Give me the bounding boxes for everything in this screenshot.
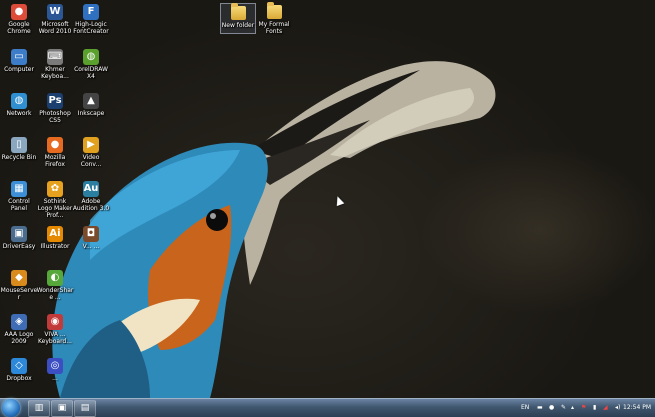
pen-icon[interactable]: ✎ [561,399,566,417]
keyboard-icon: ⌨ [47,49,63,65]
mouseserver-icon: ◆ [11,270,27,286]
desktop-icon-label: Dropbox [6,375,32,382]
explorer-icon: ▥ [34,403,44,413]
desktop-icon-label: Video Conv... [80,154,102,168]
desktop-icon-label: Google Chrome [7,21,31,35]
desktop-icon-label: AAA Logo 2009 [4,331,34,345]
desktop-shortcut[interactable]: ◎... [36,358,74,382]
control-panel-icon: ▦ [11,181,27,197]
desktop-icon-label: Control Panel [8,198,30,212]
help-icon[interactable]: ● [549,399,554,417]
video-file-icon: ◘ [83,226,99,242]
folder-icon [230,3,246,20]
desktop-shortcut[interactable]: ◇ Dropbox [0,358,38,382]
desktop-shortcut[interactable]: ◈ AAA Logo 2009 [0,314,38,345]
taskbar-media-button[interactable]: ▣ [51,400,73,417]
window-icon: ▤ [80,403,90,413]
wondershare-icon: ◐ [47,270,63,286]
taskbar-explorer-button[interactable]: ▥ [28,400,50,417]
desktop-icon-label: Computer [4,66,34,73]
coreldraw-icon: ◍ [83,49,99,65]
desktop-icon-label: Illustrator [40,243,70,250]
photoshop-icon: Ps [47,93,63,109]
desktop-icon-label: Network [6,110,32,117]
desktop-shortcut[interactable]: ▯ Recycle Bin [0,137,38,161]
clock[interactable]: 12:54 PM [623,399,651,417]
inkscape-icon: ▲ [83,93,99,109]
audition-icon: Au [83,181,99,197]
desktop-shortcut[interactable]: ◆ MouseServer [0,270,38,301]
desktop-icon-label: VIVA ... Keyboard... [38,331,72,345]
firefox-icon: ● [47,137,63,153]
desktop-shortcut[interactable]: ⌨ Khmer Keyboa... [36,49,74,80]
start-button[interactable] [2,399,20,417]
desktop-shortcut[interactable]: ▲ Inkscape [72,93,110,117]
desktop-icon-label: CorelDRAW X4 [74,66,108,80]
up-arrow-icon[interactable]: ▴ [571,399,574,417]
network-icon: ◍ [11,93,27,109]
my-formal-fonts-folder-icon[interactable]: My Formal Fonts [256,2,292,35]
video-converter-icon: ▶ [83,137,99,153]
keyboard-icon[interactable]: ▬ [537,399,543,417]
desktop-icon-label: Recycle Bin [1,154,37,161]
desktop-icon-label: Inkscape [77,110,105,117]
desktop-shortcut[interactable]: ▦ Control Panel [0,181,38,212]
desktop-shortcut[interactable]: F High-Logic FontCreator [72,4,110,35]
desktop-shortcut[interactable]: ◍ Network [0,93,38,117]
system-tray: EN ▬ ● ✎ ▴ ⚑ ▮ ◢ ◂) 12:54 PM [515,399,655,417]
word-icon: W [47,4,63,20]
desktop-icon-label: Photoshop CS5 [39,110,71,124]
desktop-shortcut[interactable]: ◐ WonderShare ... [36,270,74,301]
flag-icon[interactable]: ⚑ [581,399,586,417]
desktop-shortcut[interactable]: ▭ Computer [0,49,38,73]
desktop-icon-label: My Formal Fonts [258,21,290,35]
recycle-bin-icon: ▯ [11,137,27,153]
desktop-shortcut[interactable]: ▶ Video Conv... [72,137,110,168]
desktop-icon-label: WonderShare ... [36,287,74,301]
taskbar: ▥ ▣ ▤ EN ▬ ● ✎ ▴ ⚑ ▮ ◢ ◂) 12:54 PM [0,398,655,417]
volume-icon[interactable]: ◂) [615,399,620,417]
media-icon: ▣ [57,403,67,413]
desktop-icon-label: Khmer Keyboa... [41,66,69,80]
illustrator-icon: Ai [47,226,63,242]
desktop-icon-label: Adobe Audition 3.0 [72,198,110,212]
desktop-shortcut[interactable]: ◍ CorelDRAW X4 [72,49,110,80]
desktop-shortcut[interactable]: ✿ Sothink Logo Maker Prof... [36,181,74,219]
desktop-icon-label: New folder [221,22,255,29]
desktop-icon-label: High-Logic FontCreator [73,21,109,35]
desktop-icon-label: DriverEasy [2,243,36,250]
desktop-icon-label: Microsoft Word 2010 [38,21,72,35]
desktop-shortcut[interactable]: ◘ V... ... [72,226,110,250]
chrome-icon: ● [11,4,27,20]
computer-icon: ▭ [11,49,27,65]
viva-keyboard-icon: ◉ [47,314,63,330]
desktop-icon-label: ... [52,375,58,382]
desktop-shortcut[interactable]: ◉ VIVA ... Keyboard... [36,314,74,345]
desktop-icon-label: MouseServer [0,287,38,301]
desktop-shortcut[interactable]: ● Mozilla Firefox [36,137,74,168]
desktop-icon-label: Mozilla Firefox [44,154,66,168]
language-indicator[interactable]: EN [521,399,529,417]
aaa-logo-icon: ◈ [11,314,27,330]
network-status-icon[interactable]: ◢ [603,399,608,417]
desktop-shortcut[interactable]: Ai Illustrator [36,226,74,250]
desktop-icon-label: Sothink Logo Maker Prof... [37,198,73,219]
folder-icon [266,2,282,19]
new-folder-icon[interactable]: New folder [220,3,256,34]
app-icon: ◎ [47,358,63,374]
desktop: ● Google Chrome ▭ Computer ◍ Network ▯ Recycle … [0,0,655,398]
sothink-icon: ✿ [47,181,63,197]
battery-icon[interactable]: ▮ [593,399,596,417]
dropbox-icon: ◇ [11,358,27,374]
desktop-shortcut[interactable]: W Microsoft Word 2010 [36,4,74,35]
desktop-shortcut[interactable]: ● Google Chrome [0,4,38,35]
desktop-shortcut[interactable]: ▣ DriverEasy [0,226,38,250]
desktop-icon-label: V... ... [82,243,100,250]
desktop-shortcut[interactable]: Au Adobe Audition 3.0 [72,181,110,212]
taskbar-window-button[interactable]: ▤ [74,400,96,417]
drivereasy-icon: ▣ [11,226,27,242]
fontcreator-icon: F [83,4,99,20]
desktop-shortcut[interactable]: Ps Photoshop CS5 [36,93,74,124]
